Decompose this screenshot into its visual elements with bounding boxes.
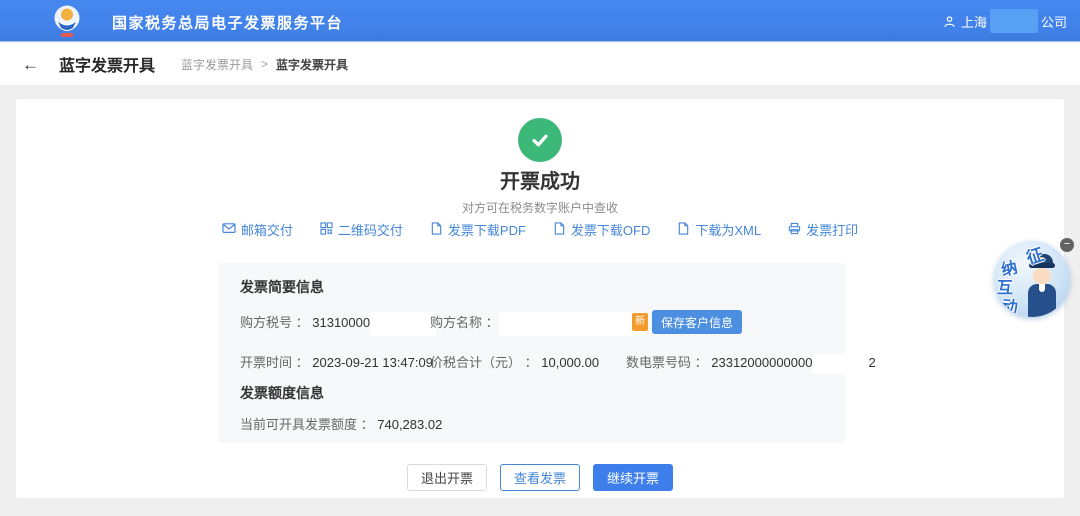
total-amount-value: 10,000.00 bbox=[541, 355, 599, 370]
redacted-company-name bbox=[990, 9, 1038, 33]
buyer-tax-no-input[interactable] bbox=[370, 312, 436, 336]
action-label: 下载为XML bbox=[695, 220, 761, 239]
action-label: 二维码交付 bbox=[338, 220, 403, 239]
total-amount-field: 价税合计（元） ： 10,000.00 bbox=[430, 351, 599, 375]
officer-face bbox=[1033, 268, 1051, 284]
summary-section-title: 发票简要信息 bbox=[240, 277, 324, 297]
exit-invoicing-button[interactable]: 退出开票 bbox=[407, 464, 487, 491]
tax-interaction-button[interactable]: 征 纳 互 动 bbox=[994, 241, 1070, 317]
breadcrumb-item-parent[interactable]: 蓝字发票开具 bbox=[181, 56, 253, 73]
invoice-time-value: 2023-09-21 13:47:09 bbox=[312, 355, 433, 370]
result-card: 开票成功 对方可在税务数字账户中查收 邮箱交付 bbox=[16, 99, 1064, 498]
total-amount-label: 价税合计（元） ： bbox=[430, 355, 538, 370]
qrcode-icon bbox=[320, 222, 333, 238]
buyer-tax-no-field: 购方税号 ： 31310000 bbox=[240, 311, 436, 336]
tax-bureau-logo bbox=[50, 4, 84, 40]
quota-section-title: 发票额度信息 bbox=[240, 383, 324, 403]
save-customer-info-button[interactable]: 保存客户信息 bbox=[652, 310, 742, 334]
invoice-number-value-right: 2 bbox=[868, 355, 875, 370]
download-xml-link[interactable]: 下载为XML bbox=[677, 220, 761, 239]
widget-char: 动 bbox=[1001, 292, 1019, 317]
invoice-number-label: 数电票号码 ： bbox=[626, 355, 708, 370]
officer-collar bbox=[1039, 284, 1045, 292]
app-header: 国家税务总局电子发票服务平台 上海 公司 bbox=[0, 0, 1080, 42]
print-invoice-link[interactable]: 发票打印 bbox=[788, 220, 858, 239]
breadcrumb-item-current: 蓝字发票开具 bbox=[276, 56, 348, 73]
invoice-info-panel: 发票简要信息 购方税号 ： 31310000 购方名称 ： 新 保存客户信息 开… bbox=[218, 263, 845, 443]
action-label: 邮箱交付 bbox=[241, 220, 293, 239]
action-label: 发票下载PDF bbox=[448, 220, 526, 239]
view-invoice-button[interactable]: 查看发票 bbox=[500, 464, 580, 491]
user-account[interactable]: 上海 公司 bbox=[943, 0, 1067, 42]
tax-interaction-widget: 征 纳 互 动 − bbox=[994, 238, 1080, 322]
user-name-prefix: 上海 bbox=[961, 12, 987, 31]
email-delivery-link[interactable]: 邮箱交付 bbox=[222, 220, 293, 239]
page: 国家税务总局电子发票服务平台 上海 公司 ← 蓝字发票开具 蓝字发票开具 > 蓝… bbox=[0, 0, 1080, 516]
breadcrumb: ← 蓝字发票开具 蓝字发票开具 > 蓝字发票开具 bbox=[0, 43, 1080, 85]
result-title: 开票成功 bbox=[16, 165, 1064, 194]
widget-char: 征 bbox=[1023, 241, 1047, 269]
file-icon bbox=[430, 222, 443, 238]
printer-icon bbox=[788, 222, 801, 238]
quota-field: 当前可开具发票额度 ： 740,283.02 bbox=[240, 413, 442, 437]
action-label: 发票下载OFD bbox=[571, 220, 650, 239]
invoice-time-field: 开票时间 ： 2023-09-21 13:47:09 bbox=[240, 351, 433, 375]
invoice-number-field: 数电票号码 ： 23312000000000 2 bbox=[626, 351, 876, 375]
buyer-name-label: 购方名称 ： bbox=[430, 315, 499, 330]
file-icon bbox=[553, 222, 566, 238]
app-title: 国家税务总局电子发票服务平台 bbox=[112, 12, 343, 33]
invoice-time-label: 开票时间 ： bbox=[240, 355, 309, 370]
new-customer-badge[interactable]: 新 bbox=[632, 313, 648, 331]
continue-invoicing-button[interactable]: 继续开票 bbox=[593, 464, 673, 491]
buyer-tax-no-value: 31310000 bbox=[312, 315, 370, 330]
envelope-icon bbox=[222, 221, 236, 238]
user-icon bbox=[943, 15, 956, 28]
success-check-icon bbox=[518, 118, 562, 162]
footer-buttons: 退出开票 查看发票 继续开票 bbox=[407, 464, 673, 491]
quota-label: 当前可开具发票额度 ： bbox=[240, 417, 374, 432]
page-title: 蓝字发票开具 bbox=[59, 52, 155, 76]
buyer-tax-no-label: 购方税号 ： bbox=[240, 315, 309, 330]
buyer-name-input[interactable] bbox=[499, 312, 644, 336]
download-ofd-link[interactable]: 发票下载OFD bbox=[553, 220, 650, 239]
invoice-number-value-left: 23312000000000 bbox=[711, 355, 812, 370]
user-name-suffix: 公司 bbox=[1041, 12, 1067, 31]
result-subtitle: 对方可在税务数字账户中查收 bbox=[16, 199, 1064, 216]
qrcode-delivery-link[interactable]: 二维码交付 bbox=[320, 220, 403, 239]
action-label: 发票打印 bbox=[806, 220, 858, 239]
back-button[interactable]: ← bbox=[22, 56, 39, 73]
quota-value: 740,283.02 bbox=[377, 417, 442, 432]
download-pdf-link[interactable]: 发票下载PDF bbox=[430, 220, 526, 239]
redacted-invoice-number bbox=[812, 354, 868, 374]
breadcrumb-separator: > bbox=[261, 57, 268, 71]
minimize-widget-button[interactable]: − bbox=[1060, 238, 1074, 252]
invoice-actions: 邮箱交付 二维码交付 bbox=[16, 220, 1064, 239]
file-icon bbox=[677, 222, 690, 238]
buyer-name-field: 购方名称 ： bbox=[430, 311, 644, 336]
